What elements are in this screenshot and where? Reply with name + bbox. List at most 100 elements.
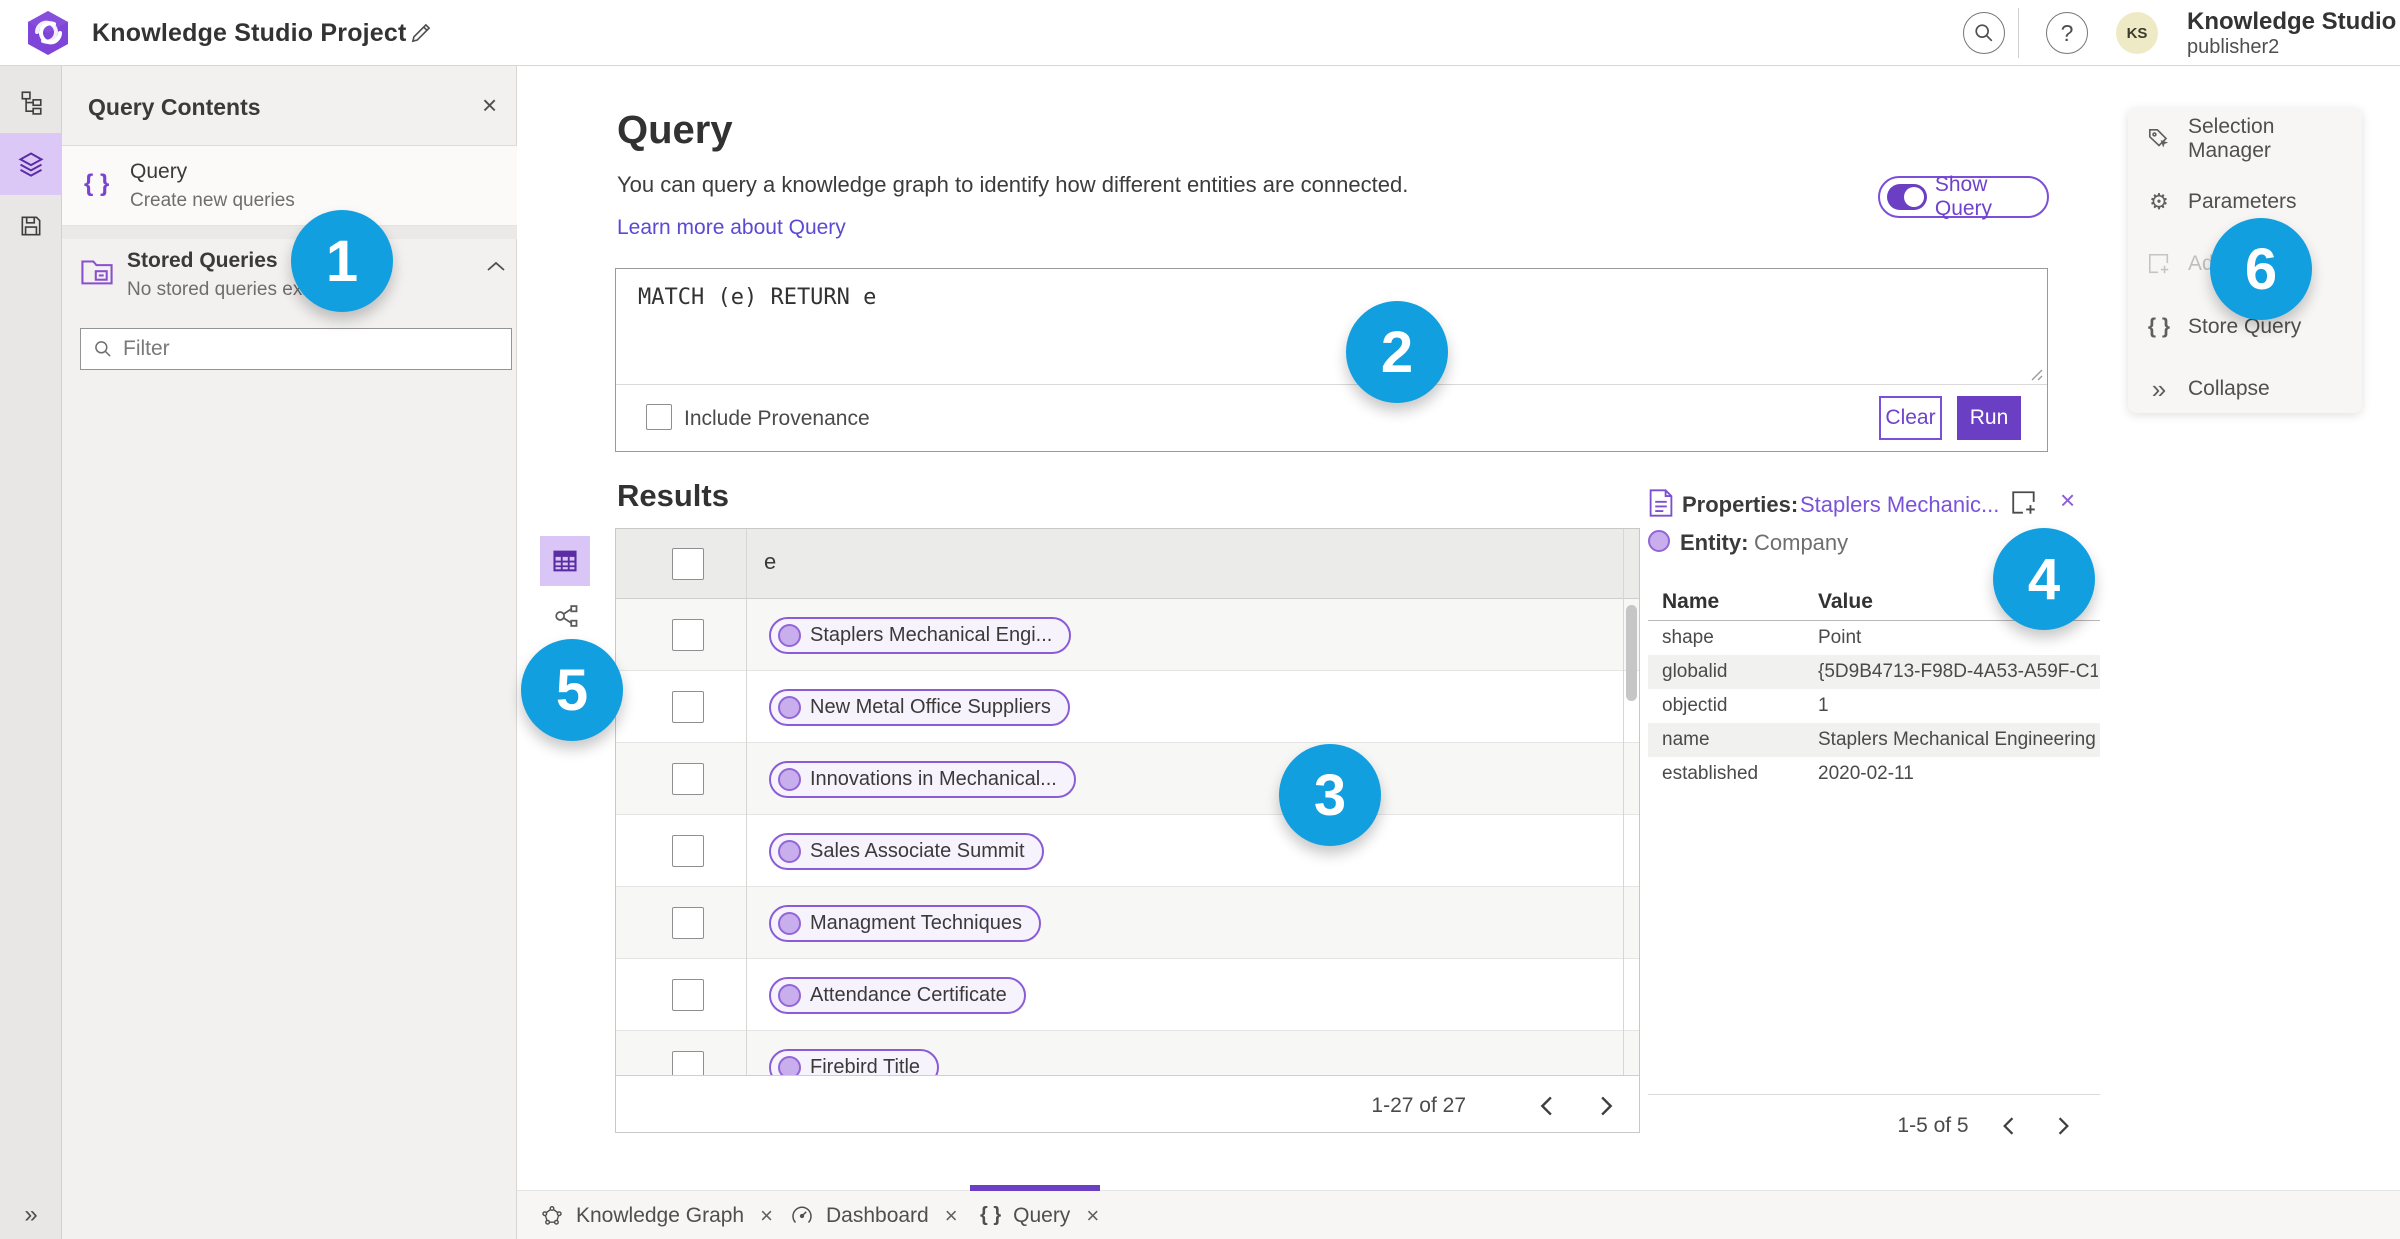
braces-icon: { }	[2147, 315, 2171, 338]
results-table-view-button-selected[interactable]	[540, 536, 590, 586]
tab-label: Query	[1013, 1203, 1071, 1227]
toggle-track	[1887, 184, 1927, 210]
rail-hierarchy-button[interactable]	[0, 71, 62, 133]
results-table: e Staplers Mechanical Engi... New Metal …	[615, 528, 1640, 1133]
topbar-divider	[2018, 8, 2019, 58]
row-checkbox[interactable]	[672, 979, 704, 1011]
chevron-up-icon[interactable]	[486, 259, 506, 273]
stored-queries-filter[interactable]	[80, 328, 512, 370]
resize-grip-icon[interactable]	[2028, 366, 2043, 381]
show-query-toggle[interactable]: Show Query	[1878, 173, 2049, 220]
properties-next-page-button[interactable]	[2046, 1108, 2082, 1144]
table-row[interactable]: New Metal Office Suppliers	[616, 671, 1639, 743]
entity-pill[interactable]: Attendance Certificate	[769, 977, 1026, 1014]
callout-3: 3	[1279, 744, 1381, 846]
close-icon: ×	[2060, 485, 2076, 515]
edit-title-pencil-icon[interactable]	[408, 20, 434, 46]
tab-close-icon[interactable]: ×	[945, 1203, 958, 1229]
entity-pill[interactable]: Sales Associate Summit	[769, 833, 1044, 870]
rail-query-layers-button-selected[interactable]	[0, 133, 62, 195]
results-table-footer: 1-27 of 27	[616, 1075, 1639, 1132]
expand-panel-button[interactable]: »	[0, 1184, 62, 1239]
row-checkbox[interactable]	[672, 691, 704, 723]
results-link-chart-view-button[interactable]	[552, 602, 580, 630]
entity-pill[interactable]: Innovations in Mechanical...	[769, 761, 1076, 798]
properties-doc-icon	[1649, 489, 1673, 517]
toggle-knob	[1903, 187, 1924, 207]
table-row[interactable]: Staplers Mechanical Engi...	[616, 599, 1639, 671]
item-query-label: Query	[130, 160, 188, 183]
add-to-new-icon	[2146, 251, 2172, 277]
table-row[interactable]: Innovations in Mechanical...	[616, 743, 1639, 815]
properties-col-name: Name	[1662, 590, 1720, 613]
stored-queries-label: Stored Queries	[127, 249, 278, 272]
save-icon	[21, 216, 41, 236]
panel-close-button[interactable]: ×	[482, 92, 497, 118]
results-next-page-button[interactable]	[1589, 1088, 1625, 1124]
property-row: globalid {5D9B4713-F98D-4A53-A59F-C11...	[1648, 655, 2100, 689]
add-to-new-window-icon[interactable]	[2010, 489, 2038, 517]
rail-save-button[interactable]	[0, 195, 62, 257]
row-checkbox[interactable]	[672, 907, 704, 939]
table-row[interactable]: Managment Techniques	[616, 887, 1639, 959]
menu-item-selection-manager[interactable]: Selection Manager	[2128, 115, 2362, 162]
properties-pagination-divider	[1648, 1094, 2100, 1095]
callout-4: 4	[1993, 528, 2095, 630]
double-chevron-right-icon: »	[24, 1201, 38, 1228]
row-checkbox[interactable]	[672, 619, 704, 651]
document-tab-bar: Knowledge Graph × Dashboard × { } Query …	[517, 1190, 2400, 1239]
user-avatar[interactable]: KS	[2116, 12, 2158, 54]
help-icon: ?	[2060, 19, 2074, 46]
select-all-checkbox[interactable]	[672, 548, 704, 580]
entity-pill[interactable]: Managment Techniques	[769, 905, 1041, 942]
menu-item-collapse[interactable]: » Collapse	[2128, 368, 2362, 410]
chevron-right-icon	[2058, 1117, 2069, 1135]
menu-item-label: Collapse	[2188, 377, 2270, 400]
search-icon	[1975, 24, 1993, 42]
hierarchy-icon	[21, 91, 42, 115]
entity-type-value: Company	[1754, 530, 1849, 555]
properties-close-button[interactable]: ×	[2060, 487, 2075, 513]
clear-button[interactable]: Clear	[1879, 396, 1942, 440]
learn-more-link[interactable]: Learn more about Query	[617, 216, 846, 240]
row-checkbox[interactable]	[672, 835, 704, 867]
properties-label: Properties:	[1682, 492, 1799, 517]
left-icon-rail: »	[0, 66, 62, 1239]
tab-label: Dashboard	[826, 1203, 929, 1227]
entity-dot-icon	[778, 696, 801, 719]
table-row[interactable]: Attendance Certificate	[616, 959, 1639, 1031]
search-button[interactable]	[1963, 12, 2005, 54]
properties-prev-page-button[interactable]	[1990, 1108, 2026, 1144]
property-row: established 2020-02-11	[1662, 763, 1914, 784]
tab-close-icon[interactable]: ×	[1086, 1203, 1099, 1229]
tab-query-active[interactable]: { } Query ×	[980, 1191, 1099, 1239]
menu-item-parameters[interactable]: ⚙ Parameters	[2128, 181, 2362, 223]
results-title: Results	[617, 478, 729, 513]
chevron-right-icon	[1601, 1096, 1613, 1116]
selection-manager-icon	[2146, 126, 2172, 152]
app-logo-icon[interactable]	[26, 10, 70, 56]
entity-pill[interactable]: New Metal Office Suppliers	[769, 689, 1070, 726]
gear-icon: ⚙	[2149, 189, 2169, 215]
sidebar-item-query[interactable]: { } Query Create new queries	[62, 146, 517, 226]
stored-queries-sublabel: No stored queries exist	[127, 279, 322, 300]
filter-input[interactable]	[123, 337, 499, 361]
include-provenance-checkbox[interactable]	[646, 404, 672, 430]
table-scrollbar[interactable]	[1626, 605, 1637, 701]
row-checkbox[interactable]	[672, 763, 704, 795]
tab-dashboard[interactable]: Dashboard ×	[790, 1191, 958, 1239]
results-prev-page-button[interactable]	[1528, 1088, 1564, 1124]
run-button[interactable]: Run	[1957, 396, 2021, 440]
entity-pill[interactable]: Staplers Mechanical Engi...	[769, 617, 1072, 654]
query-editor-input[interactable]: MATCH (e) RETURN e	[638, 285, 876, 310]
properties-entity-link[interactable]: Staplers Mechanic...	[1800, 492, 1999, 518]
tab-close-icon[interactable]: ×	[760, 1203, 773, 1229]
column-divider	[746, 529, 747, 1075]
help-button[interactable]: ?	[2046, 12, 2088, 54]
table-row[interactable]: Sales Associate Summit	[616, 815, 1639, 887]
tab-knowledge-graph[interactable]: Knowledge Graph ×	[540, 1191, 773, 1239]
query-contents-panel: Query Contents × { } Query Create new qu…	[62, 66, 517, 1239]
top-bar: Knowledge Studio Project ? KS Knowledge …	[0, 0, 2400, 66]
callout-2: 2	[1346, 301, 1448, 403]
entity-dot-icon	[778, 840, 801, 863]
